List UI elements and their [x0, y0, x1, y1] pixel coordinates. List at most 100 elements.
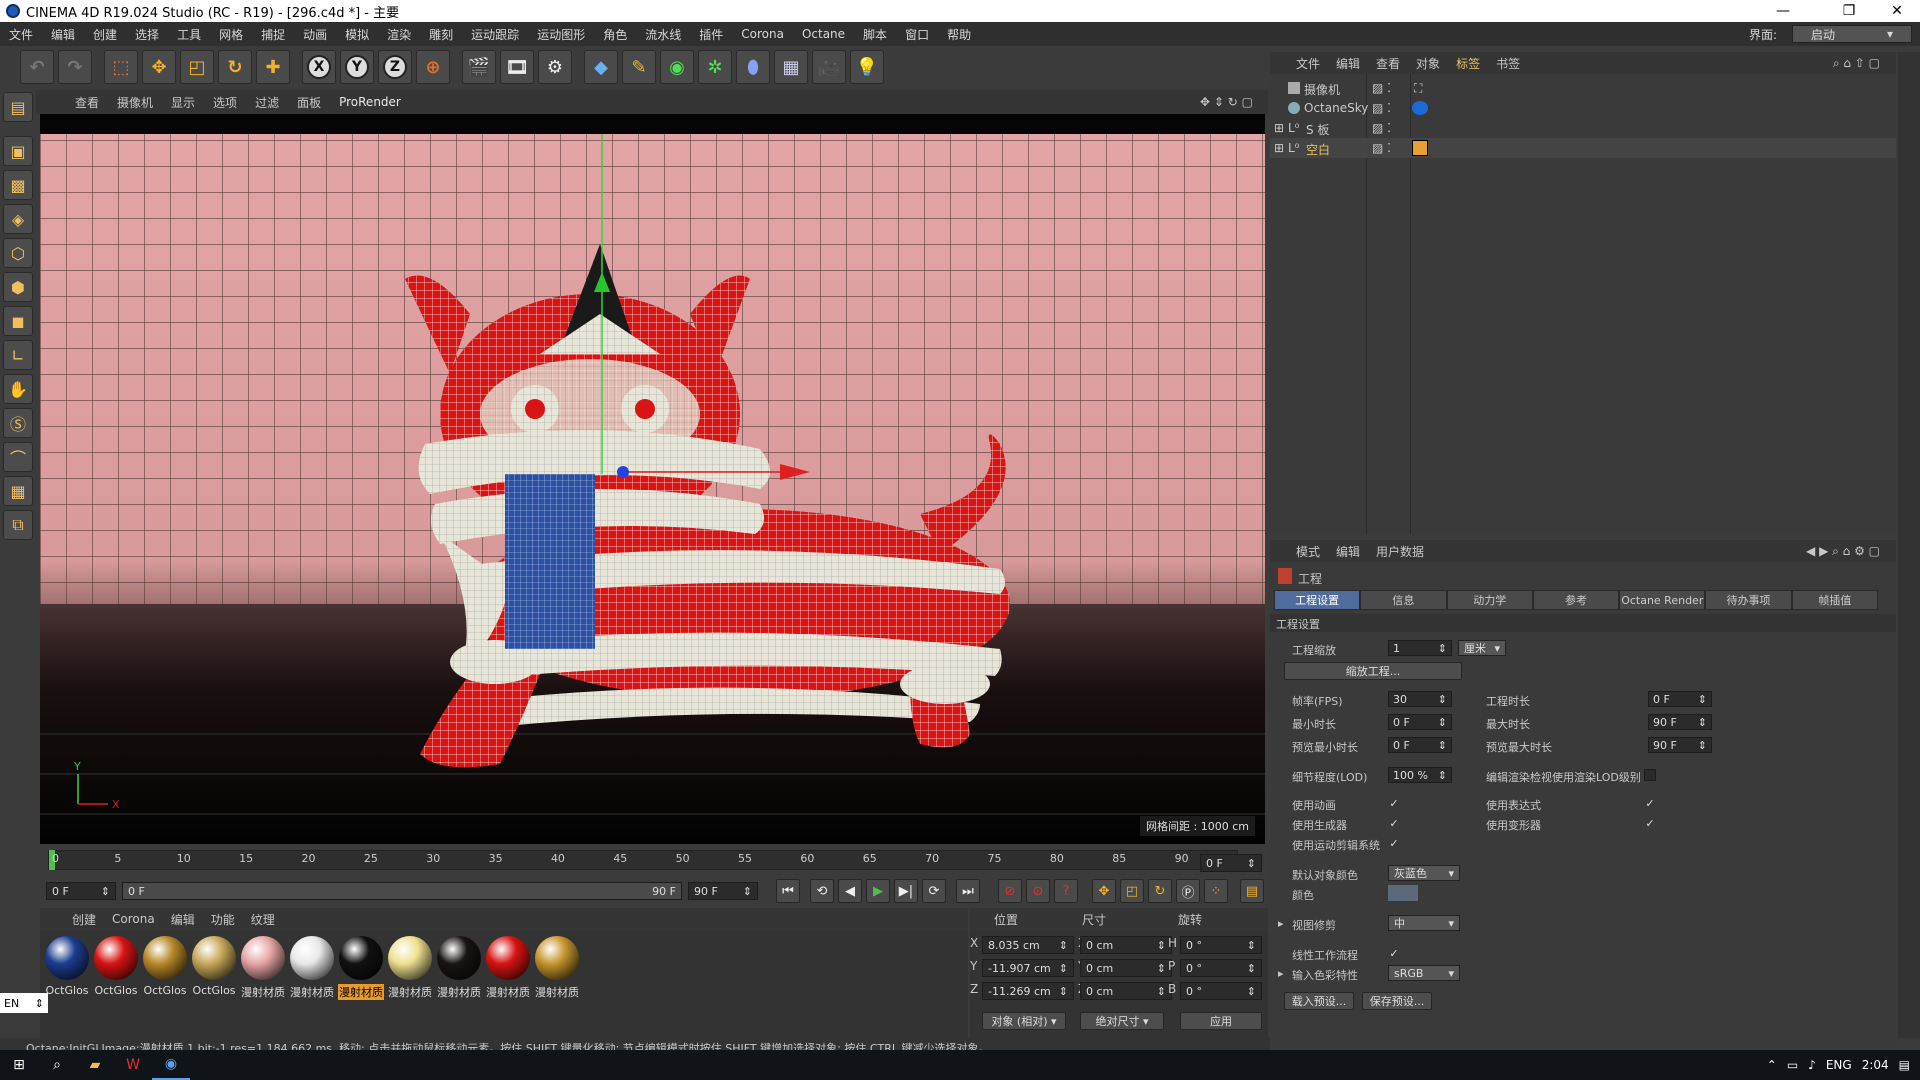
deformer-button[interactable]: ⬮: [736, 50, 770, 84]
menu-render[interactable]: 渲染: [378, 26, 420, 43]
attr-menu-mode[interactable]: 模式: [1288, 543, 1328, 560]
attr-menu-user-data[interactable]: 用户数据: [1368, 543, 1432, 560]
points-mode-icon[interactable]: ⬡: [3, 238, 33, 268]
viewport-nav-icons[interactable]: ✥ ⇕ ↻ ▢: [1191, 95, 1262, 109]
object-row-octanesky[interactable]: OctaneSky ▨ ⁚: [1270, 98, 1896, 118]
menu-edit[interactable]: 编辑: [42, 26, 84, 43]
object-manager-nav-icons[interactable]: ⌕ ⌂ ⇧ ▢: [1825, 56, 1888, 71]
make-editable-icon[interactable]: ▤: [3, 92, 33, 122]
vp-menu-prorender[interactable]: ProRender: [330, 95, 410, 109]
wps-icon[interactable]: W: [114, 1050, 152, 1080]
subdivision-button[interactable]: ◉: [660, 50, 694, 84]
menu-sculpt[interactable]: 雕刻: [420, 26, 462, 43]
material-swatch[interactable]: OctGlos: [191, 936, 237, 1000]
menu-help[interactable]: 帮助: [938, 26, 980, 43]
next-key-button[interactable]: ⟳: [922, 879, 946, 903]
expand-icon[interactable]: ⊞: [1274, 141, 1284, 155]
menu-mesh[interactable]: 网格: [210, 26, 252, 43]
menu-create[interactable]: 创建: [84, 26, 126, 43]
search-icon[interactable]: ⌕: [38, 1050, 76, 1080]
menu-file[interactable]: 文件: [0, 26, 42, 43]
vp-menu-panel[interactable]: 面板: [288, 94, 330, 111]
cinema4d-taskbar-icon[interactable]: ◉: [152, 1050, 190, 1080]
menu-simulate[interactable]: 模拟: [336, 26, 378, 43]
menu-script[interactable]: 脚本: [854, 26, 896, 43]
attr-menu-edit[interactable]: 编辑: [1328, 543, 1368, 560]
menu-character[interactable]: 角色: [594, 26, 636, 43]
previous-frame-button[interactable]: ◀: [838, 879, 862, 903]
menu-plugins[interactable]: 插件: [690, 26, 732, 43]
material-swatch[interactable]: OctGlos: [44, 936, 90, 1000]
view-clipping-dropdown[interactable]: 中 ▾: [1388, 915, 1460, 931]
vp-menu-options[interactable]: 选项: [204, 94, 246, 111]
color-swatch[interactable]: [1388, 885, 1418, 901]
rotation-b-field[interactable]: 0 ° ⇕: [1180, 982, 1262, 1000]
visibility-toggle-icon[interactable]: ▨ ⁚: [1372, 81, 1391, 95]
vp-menu-cameras[interactable]: 摄像机: [108, 94, 162, 111]
volume-icon[interactable]: ♪: [1808, 1058, 1816, 1072]
project-scale-field[interactable]: 1 ⇕: [1388, 640, 1452, 656]
rotation-h-field[interactable]: 0 ° ⇕: [1180, 936, 1262, 954]
min-time-field[interactable]: 0 F ⇕: [1388, 714, 1452, 730]
texture-mode-icon[interactable]: ▩: [3, 170, 33, 200]
display-tag-icon[interactable]: [1412, 140, 1428, 156]
axis-mode-icon[interactable]: ∟: [3, 340, 33, 370]
coordinate-system-button[interactable]: ⊕: [416, 50, 450, 84]
use-deformers-checkbox[interactable]: ✓: [1644, 817, 1656, 830]
obj-menu-tags[interactable]: 标签: [1448, 55, 1488, 72]
start-frame-field[interactable]: 0 F ⇕: [46, 882, 116, 900]
notification-icon[interactable]: ▤: [1899, 1058, 1910, 1072]
use-motion-system-checkbox[interactable]: ✓: [1388, 837, 1400, 850]
last-tool-button[interactable]: ✚: [256, 50, 290, 84]
material-swatch[interactable]: OctGlos: [142, 936, 188, 1000]
camera-button[interactable]: 🎥: [812, 50, 846, 84]
input-color-profile-dropdown[interactable]: sRGB ▾: [1388, 965, 1460, 981]
size-x-field[interactable]: 0 cm ⇕: [1080, 936, 1172, 954]
mat-menu-create[interactable]: 创建: [64, 911, 104, 928]
key-pla-button[interactable]: ⁘: [1204, 879, 1228, 903]
apply-button[interactable]: 应用: [1180, 1012, 1262, 1030]
play-button[interactable]: ▶: [866, 879, 890, 903]
lock-workplane-icon[interactable]: ▦: [3, 476, 33, 506]
object-row-s-board[interactable]: ⊞ L⁰ S 板 ▨ ⁚: [1270, 118, 1896, 138]
network-icon[interactable]: ▭: [1787, 1058, 1798, 1072]
vp-menu-view[interactable]: 查看: [66, 94, 108, 111]
mat-menu-corona[interactable]: Corona: [104, 912, 163, 926]
record-active-objects-button[interactable]: ⊘: [998, 879, 1022, 903]
close-button[interactable]: ✕: [1874, 0, 1920, 22]
snapping-icon[interactable]: Ⓢ: [3, 408, 33, 438]
tray-expand-icon[interactable]: ⌃: [1767, 1058, 1777, 1072]
menu-mograph[interactable]: 运动图形: [528, 26, 594, 43]
tweak-mode-icon[interactable]: ✋: [3, 374, 33, 404]
end-frame-field[interactable]: 90 F ⇕: [688, 882, 758, 900]
mat-menu-edit[interactable]: 编辑: [163, 911, 203, 928]
project-length-field[interactable]: 0 F ⇕: [1648, 691, 1712, 707]
redo-button[interactable]: ↷: [58, 50, 92, 84]
previous-key-button[interactable]: ⟲: [810, 879, 834, 903]
tab-todo[interactable]: 待办事项: [1705, 590, 1792, 610]
tab-info[interactable]: 信息: [1360, 590, 1447, 610]
use-generators-checkbox[interactable]: ✓: [1388, 817, 1400, 830]
autokeying-button[interactable]: ⊙: [1026, 879, 1050, 903]
cube-object-button[interactable]: ◆: [584, 50, 618, 84]
menu-octane[interactable]: Octane: [793, 27, 854, 41]
3d-viewport[interactable]: Y X 网格间距 : 1000 cm: [40, 114, 1265, 844]
attribute-nav-icons[interactable]: ◀ ▶ ⌕ ⌂ ⚙ ▢: [1798, 544, 1888, 559]
vp-menu-display[interactable]: 显示: [162, 94, 204, 111]
floor-button[interactable]: ▦: [774, 50, 808, 84]
file-explorer-icon[interactable]: ▰: [76, 1050, 114, 1080]
menu-motion-tracking[interactable]: 运动跟踪: [462, 26, 528, 43]
magnet-icon[interactable]: ⌒: [3, 442, 33, 472]
model-mode-icon[interactable]: ▣: [3, 136, 33, 166]
expand-arrow-icon[interactable]: ▸: [1278, 917, 1284, 930]
pen-spline-button[interactable]: ✎: [622, 50, 656, 84]
workplane-mode-icon[interactable]: ◈: [3, 204, 33, 234]
position-x-field[interactable]: 8.035 cm ⇕: [982, 936, 1074, 954]
menu-pipeline[interactable]: 流水线: [636, 26, 690, 43]
obj-menu-edit[interactable]: 编辑: [1328, 55, 1368, 72]
edges-mode-icon[interactable]: ⬢: [3, 272, 33, 302]
current-frame-field[interactable]: 0 F ⇕: [1200, 854, 1262, 872]
timeline-ruler[interactable]: 0 5 10 15 20 25 30 35 40 45 50 55 60 65 70 75 80 85 90 0 F…: [40, 846, 1265, 874]
menu-window[interactable]: 窗口: [896, 26, 938, 43]
z-axis-lock-button[interactable]: Z: [378, 50, 412, 84]
